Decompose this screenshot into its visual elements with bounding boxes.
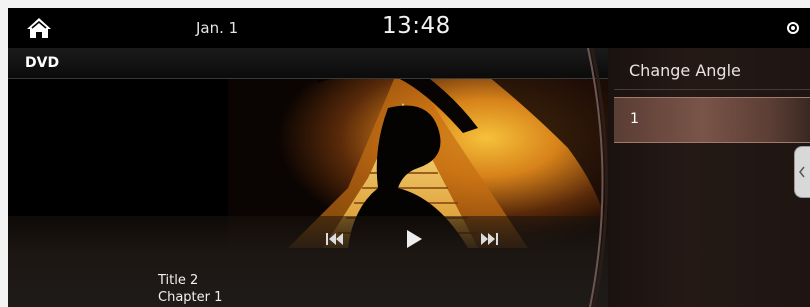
source-bar: DVD bbox=[8, 48, 608, 79]
panel-divider-line bbox=[614, 89, 810, 90]
infotainment-screen: Jan. 1 13:48 DVD Title 2 Chapter 1 Chang… bbox=[8, 8, 810, 307]
panel-heading: Change Angle bbox=[629, 61, 741, 80]
track-info: Title 2 Chapter 1 bbox=[158, 272, 222, 306]
source-label: DVD bbox=[25, 55, 60, 71]
status-bar: Jan. 1 13:48 bbox=[8, 8, 810, 48]
home-icon[interactable] bbox=[26, 17, 52, 39]
settings-indicator-icon[interactable] bbox=[787, 22, 799, 34]
chapter-label: Chapter 1 bbox=[158, 290, 223, 305]
skip-next-icon[interactable] bbox=[478, 230, 500, 248]
skip-previous-icon[interactable] bbox=[324, 230, 346, 248]
video-viewport[interactable]: DVD Title 2 Chapter 1 bbox=[8, 48, 608, 307]
controls-overlay bbox=[8, 216, 608, 307]
clock-display: 13:48 bbox=[382, 13, 451, 39]
panel-divider bbox=[587, 48, 609, 307]
angle-option-1[interactable]: 1 bbox=[614, 97, 810, 143]
title-label: Title 2 bbox=[158, 273, 199, 288]
play-icon[interactable] bbox=[403, 228, 425, 250]
date-display: Jan. 1 bbox=[196, 19, 239, 37]
chevron-left-icon bbox=[799, 166, 805, 178]
side-panel-handle[interactable] bbox=[794, 146, 810, 198]
